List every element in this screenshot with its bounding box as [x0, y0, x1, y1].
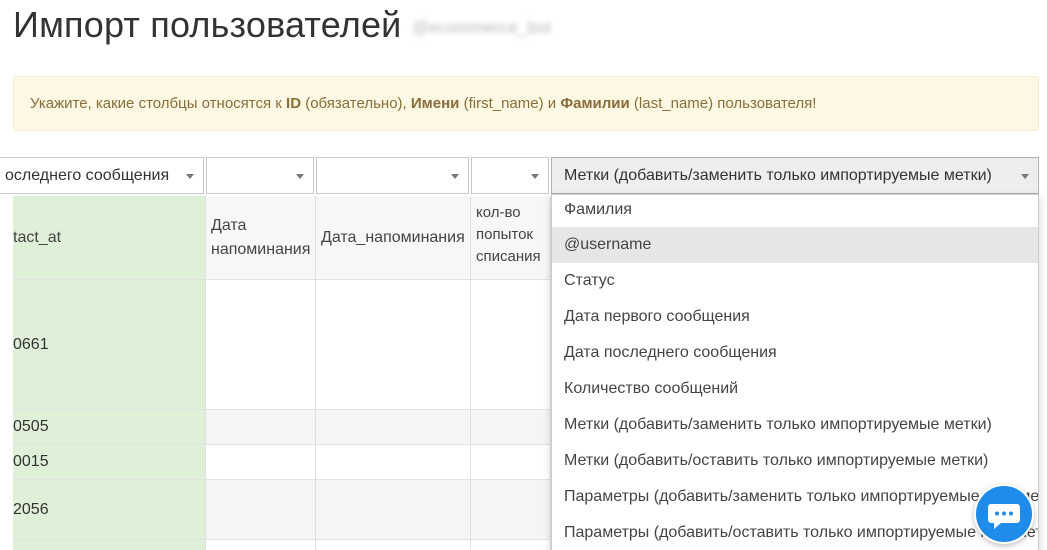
chevron-down-icon — [531, 174, 539, 179]
alert-id-note: (обязательно), — [301, 95, 411, 112]
table-header-1: tact_at — [13, 196, 205, 280]
dropdown-option[interactable]: Дата последнего сообщения — [552, 335, 1038, 371]
table-cell — [316, 410, 470, 445]
alert-first-name: Имени — [410, 95, 460, 112]
column-select-2[interactable] — [206, 157, 314, 194]
table-cell — [471, 410, 550, 445]
table-cell: 0661 — [13, 280, 205, 410]
table-column-2: Дата напоминания — [206, 196, 316, 550]
table-cell: 0015 — [13, 445, 205, 480]
alert-last-note: (last_name) пользователя! — [629, 95, 817, 112]
column-select-4[interactable] — [471, 157, 549, 194]
alert-first-note: (first_name) и — [459, 95, 561, 112]
dropdown-option[interactable]: Фамилия — [552, 195, 1038, 227]
dropdown-option[interactable]: Параметры (добавить/заменить только импо… — [552, 479, 1038, 515]
table-cell — [471, 480, 550, 540]
column-select-5-value: Метки (добавить/заменить только импортир… — [564, 167, 992, 184]
alert-id: ID — [286, 95, 302, 112]
dropdown-option[interactable]: Дата первого сообщения — [552, 299, 1038, 335]
alert-last-name: Фамилии — [560, 95, 630, 112]
column-select-1-value: оследнего сообщения — [5, 167, 170, 184]
alert-prefix: Укажите, какие столбцы относятся к — [30, 95, 287, 112]
chevron-down-icon — [1021, 174, 1029, 179]
column-select-5[interactable]: Метки (добавить/заменить только импортир… — [551, 157, 1039, 194]
bot-name: @ecommerce_bot — [412, 18, 552, 37]
dropdown-option[interactable]: Количество сообщений — [552, 371, 1038, 407]
column-select-3[interactable] — [316, 157, 469, 194]
table-column-1: tact_at 0661 0505 0015 2056 — [13, 196, 206, 550]
dropdown-option[interactable]: Метки (добавить/оставить только импортир… — [552, 443, 1038, 479]
chevron-down-icon — [296, 174, 304, 179]
table-cell — [206, 445, 315, 480]
table-cell: 0505 — [13, 410, 205, 445]
chevron-down-icon — [451, 174, 459, 179]
table-header-3: Дата_напоминания — [316, 196, 470, 280]
alert-message: Укажите, какие столбцы относятся к ID (о… — [13, 76, 1039, 131]
table-cell — [316, 480, 470, 540]
table-cell — [206, 280, 315, 410]
table-cell — [471, 280, 550, 410]
table-cell — [206, 410, 315, 445]
table-cell — [471, 445, 550, 480]
table-cell — [316, 445, 470, 480]
dropdown-option[interactable]: Параметры (добавить/оставить только импо… — [552, 515, 1038, 550]
page-title: Импорт пользователей — [13, 4, 402, 45]
column-type-dropdown: Фамилия @username Статус Дата первого со… — [551, 194, 1039, 550]
chevron-down-icon — [186, 174, 194, 179]
dropdown-option-highlighted[interactable]: @username — [552, 227, 1038, 263]
table-header-4: кол-во попыток списания — [471, 196, 550, 280]
table-cell — [206, 480, 315, 540]
dropdown-option[interactable]: Статус — [552, 263, 1038, 299]
dropdown-option[interactable]: Метки (добавить/заменить только импортир… — [552, 407, 1038, 443]
table-cell: 2056 — [13, 480, 205, 540]
table-cell — [316, 280, 470, 410]
chat-button[interactable] — [974, 484, 1034, 544]
chat-bubble-icon — [988, 504, 1020, 529]
table-column-4: кол-во попыток списания — [471, 196, 551, 550]
column-select-1[interactable]: оследнего сообщения — [0, 157, 204, 194]
table-header-2: Дата напоминания — [206, 196, 315, 280]
table-column-3: Дата_напоминания — [316, 196, 471, 550]
